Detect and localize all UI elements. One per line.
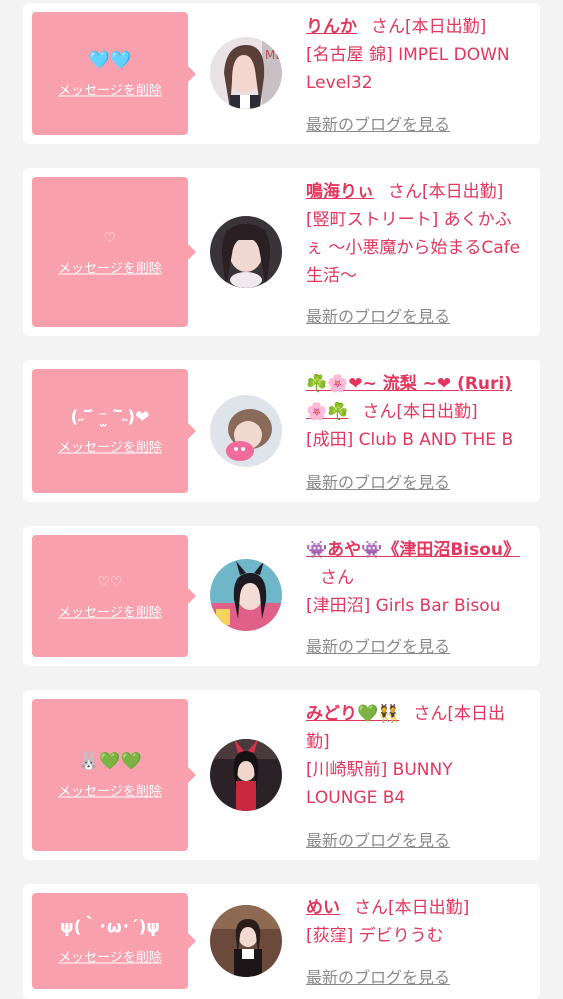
delete-message-link[interactable]: メッセージを削除 (58, 79, 162, 98)
message-bubble: 🐰💚💚 メッセージを削除 (32, 699, 196, 851)
message-bubble: 🩵🩵 メッセージを削除 (32, 12, 196, 135)
message-text: ψ(｀･ω･´)ψ (60, 917, 160, 938)
shop-name: [川崎駅前] BUNNY LOUNGE B4 (306, 760, 453, 808)
message-card: ♡ メッセージを削除 鳴海りぃ さん[本日出勤] [竪町ストリート] あくかふぇ … (23, 168, 540, 336)
delete-message-link[interactable]: メッセージを削除 (58, 258, 162, 277)
honorific: さん (413, 704, 448, 724)
status-badge: [本日出勤] (422, 182, 504, 202)
message-text: ♡ (103, 230, 117, 247)
avatar[interactable] (210, 559, 282, 631)
message-bubble: ψ(｀･ω･´)ψ メッセージを削除 (32, 893, 196, 989)
delete-message-link[interactable]: メッセージを削除 (58, 781, 162, 800)
message-card: ψ(｀･ω･´)ψ メッセージを削除 めい さん[本日出勤] [荻窪] デビりうむ… (23, 884, 540, 999)
entry-info: めい さん[本日出勤] [荻窪] デビりうむ (306, 894, 528, 950)
message-card: 🩵🩵 メッセージを削除 ML りんか さん[本日出勤] [名古屋 錦] IMPEL… (23, 3, 540, 144)
honorific: さん (362, 402, 397, 422)
cast-name-link[interactable]: 👾あや👾《津田沼Bisou》 (306, 540, 520, 560)
honorific: さん (354, 898, 388, 918)
entry-info: 👾あや👾《津田沼Bisou》さん [津田沼] Girls Bar Bisou (306, 536, 528, 620)
latest-blog-link[interactable]: 最新のブログを見る (306, 633, 450, 657)
message-text: 🐰💚💚 (78, 751, 142, 772)
honorific: さん (388, 182, 422, 202)
avatar[interactable] (210, 216, 282, 288)
cast-name-link[interactable]: みどり💚👯 (306, 704, 399, 724)
shop-name: [津田沼] Girls Bar Bisou (306, 596, 501, 616)
latest-blog-link[interactable]: 最新のブログを見る (306, 964, 450, 988)
message-card: ♡♡ メッセージを削除 👾あや👾《津田沼Bisou》さん [津田沼] Girls… (23, 526, 540, 666)
svg-text:ML: ML (265, 48, 282, 62)
message-bubble: (˶‾᷄ ⁻̫ ‾᷅˵)❤ メッセージを削除 (32, 369, 196, 493)
cast-name-link[interactable]: 鳴海りぃ (306, 182, 374, 202)
delete-message-link[interactable]: メッセージを削除 (58, 947, 162, 966)
shop-name: [荻窪] デビりうむ (306, 926, 444, 946)
avatar[interactable] (210, 905, 282, 977)
message-card: (˶‾᷄ ⁻̫ ‾᷅˵)❤ メッセージを削除 ☘️🌸❤~ 流梨 ~❤ (Ruri… (23, 360, 540, 502)
status-badge: [本日出勤] (396, 402, 478, 422)
delete-message-link[interactable]: メッセージを削除 (58, 437, 162, 456)
avatar[interactable]: ML (210, 37, 282, 109)
entry-info: ☘️🌸❤~ 流梨 ~❤ (Ruri)🌸☘️ さん[本日出勤] [成田] Club … (306, 370, 528, 454)
message-text: (˶‾᷄ ⁻̫ ‾᷅˵)❤ (70, 407, 150, 428)
status-badge: [本日出勤] (388, 898, 470, 918)
latest-blog-link[interactable]: 最新のブログを見る (306, 827, 450, 851)
message-list: 🩵🩵 メッセージを削除 ML りんか さん[本日出勤] [名古屋 錦] IMPEL… (0, 0, 563, 999)
latest-blog-link[interactable]: 最新のブログを見る (306, 303, 450, 327)
avatar[interactable] (210, 739, 282, 811)
latest-blog-link[interactable]: 最新のブログを見る (306, 469, 450, 493)
shop-name: [竪町ストリート] あくかふぇ 〜小悪魔から始まるCafe生活〜 (306, 210, 521, 286)
avatar[interactable] (210, 395, 282, 467)
honorific: さん (320, 568, 354, 588)
honorific: さん (371, 17, 405, 37)
message-text: ♡♡ (97, 574, 123, 591)
entry-info: りんか さん[本日出勤] [名古屋 錦] IMPEL DOWN Level32 (306, 13, 528, 97)
cast-name-link[interactable]: りんか (306, 17, 357, 37)
entry-info: みどり💚👯 さん[本日出勤] [川崎駅前] BUNNY LOUNGE B4 (306, 700, 528, 812)
entry-info: 鳴海りぃ さん[本日出勤] [竪町ストリート] あくかふぇ 〜小悪魔から始まるCa… (306, 178, 528, 290)
message-card: 🐰💚💚 メッセージを削除 みどり💚👯 さん[本日出勤] [川崎駅前] BUNNY … (23, 690, 540, 860)
latest-blog-link[interactable]: 最新のブログを見る (306, 111, 450, 135)
message-bubble: ♡♡ メッセージを削除 (32, 535, 196, 657)
shop-name: [成田] Club B AND THE B (306, 430, 514, 450)
shop-name: [名古屋 錦] IMPEL DOWN Level32 (306, 45, 510, 93)
cast-name-link[interactable]: めい (306, 898, 340, 918)
message-bubble: ♡ メッセージを削除 (32, 177, 196, 327)
delete-message-link[interactable]: メッセージを削除 (58, 602, 162, 621)
message-text: 🩵🩵 (88, 50, 132, 70)
status-badge: [本日出勤] (405, 17, 487, 37)
